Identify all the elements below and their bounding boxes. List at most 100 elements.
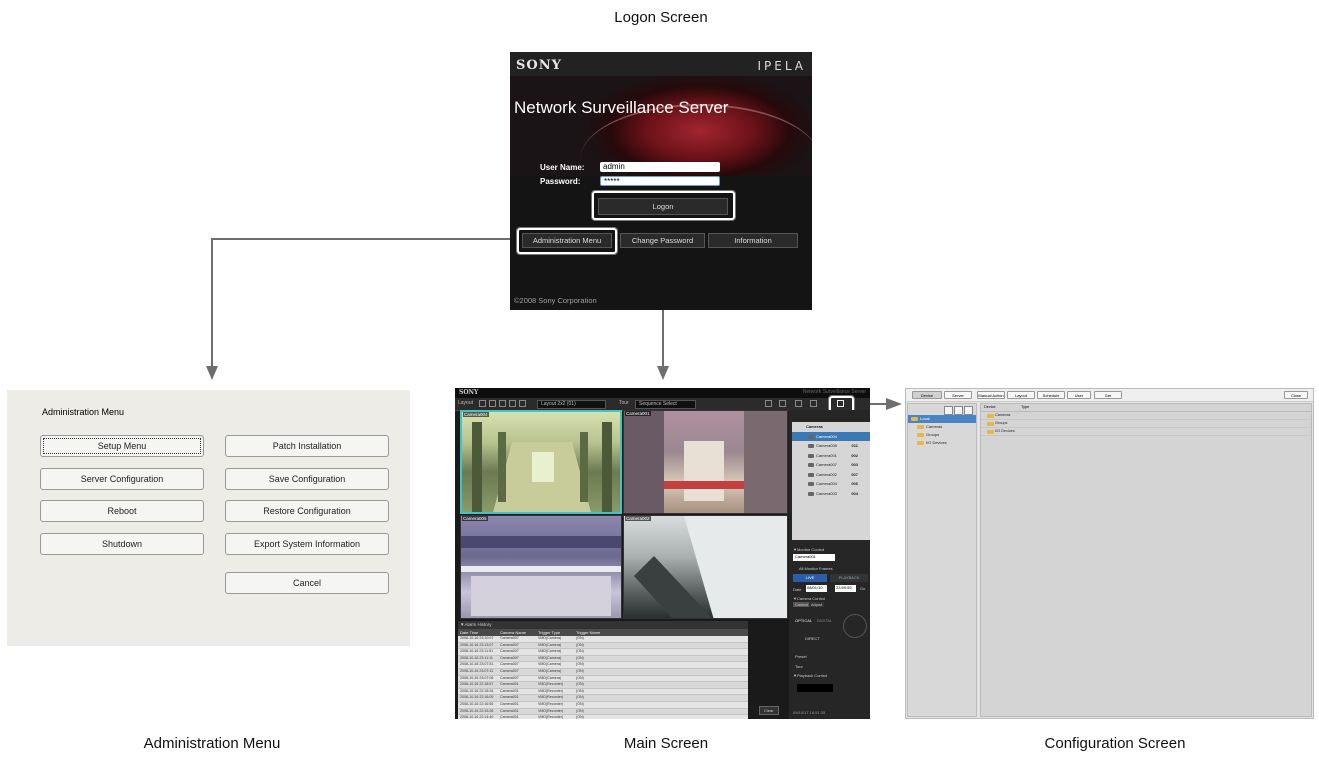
- alarm-history-row[interactable]: 2008-10-16 23:11:51 Camera007 VMD(Camera) (…: [458, 649, 748, 656]
- playback-speed-icon[interactable]: [765, 400, 772, 407]
- tree-camera-item[interactable]: Camera004 006: [792, 479, 870, 489]
- tree-camera-item[interactable]: Camera007 003: [792, 460, 870, 470]
- monitor-camera-field[interactable]: Camera001: [793, 554, 835, 561]
- tree-remove-icon[interactable]: [964, 406, 973, 415]
- monitor-control-title: ▼Monitor Control: [793, 547, 825, 552]
- layout-4x4-icon[interactable]: [509, 400, 516, 407]
- config-close-button[interactable]: Close: [1284, 391, 1308, 399]
- alarm-history-row[interactable]: 2008-10-16 23:13:07 Camera007 VMD(Camera) (…: [458, 643, 748, 650]
- tab-manual-action[interactable]: Manual Action: [977, 391, 1005, 399]
- main-header: SONY Network Surveillance Server: [455, 388, 870, 398]
- alarm-history-cell: Camera007: [500, 649, 519, 654]
- go-button[interactable]: Go: [860, 586, 865, 591]
- password-label: Password:: [540, 177, 581, 186]
- tab-control[interactable]: Control: [793, 602, 810, 607]
- camera-tile-1[interactable]: Camera004: [460, 410, 622, 514]
- camera-feed-atrium-image: [624, 411, 787, 513]
- sound-icon[interactable]: [810, 400, 817, 407]
- col-trigger-type[interactable]: Trigger Type: [538, 629, 560, 636]
- camera-tile-2[interactable]: Camera001: [623, 410, 788, 514]
- col-camera-name[interactable]: Camera Name: [500, 629, 526, 636]
- alarm-history-row[interactable]: 2008-10-16 22:18:09 Camera001 VMD(Recorder…: [458, 695, 748, 702]
- tab-user[interactable]: User: [1067, 391, 1091, 399]
- col-trigger-name[interactable]: Trigger Name: [576, 629, 600, 636]
- col-device[interactable]: Device: [984, 404, 996, 411]
- camera-tile-4[interactable]: Camera002: [623, 515, 788, 619]
- layout-select[interactable]: Layout 2x2 (01): [537, 400, 606, 409]
- col-type[interactable]: Type: [1021, 404, 1029, 411]
- col-date-time[interactable]: Date Time: [460, 629, 478, 636]
- clear-button[interactable]: Clear: [759, 706, 779, 715]
- camera-control-title: ▼Camera Control: [793, 596, 826, 601]
- tree-camera-item[interactable]: Camera003 004: [792, 489, 870, 499]
- change-password-button[interactable]: Change Password: [620, 233, 705, 248]
- tab-get[interactable]: Get: [1094, 391, 1122, 399]
- tree-add-icon[interactable]: [954, 406, 963, 415]
- setup-menu-button[interactable]: Setup Menu: [40, 435, 204, 457]
- reboot-button[interactable]: Reboot: [40, 500, 204, 522]
- alarm-history-row[interactable]: 2008-10-16 22:16:55 Camera001 VMD(Recorder…: [458, 701, 748, 709]
- tab-layout[interactable]: Layout: [1007, 391, 1035, 399]
- camera-tile-3[interactable]: Camera005: [460, 515, 622, 619]
- sequence-select[interactable]: Sequence Select: [635, 400, 696, 409]
- device-row[interactable]: Groups: [981, 420, 1311, 428]
- layout-3x3-icon[interactable]: [499, 400, 506, 407]
- all-monitor-frames-checkbox[interactable]: All Monitor Frames: [799, 566, 833, 571]
- tree-camera-item[interactable]: Camera004: [792, 431, 870, 441]
- alarm-history-row[interactable]: 2008-10-16 22:18:34 Camera001 VMD(Recorder…: [458, 688, 748, 696]
- server-configuration-button[interactable]: Server Configuration: [40, 468, 204, 490]
- alarm-history-cell: VMD(Recorder): [538, 708, 564, 713]
- alarm-history-row[interactable]: 2008-10-16 22:14:40 Camera001 VMD(Recorder…: [458, 715, 748, 719]
- digital-toggle[interactable]: DIGITAL: [817, 618, 832, 623]
- layout-2x2-icon[interactable]: [489, 400, 496, 407]
- date-field[interactable]: 08/01/10: [806, 585, 827, 592]
- alarm-history-cell: VMD(Camera): [538, 668, 562, 673]
- monitor-icon[interactable]: [779, 400, 786, 407]
- alarm-history-cell: 2008-10-16 23:13:07: [460, 642, 494, 647]
- tree-search-icon[interactable]: [944, 406, 953, 415]
- save-configuration-button[interactable]: Save Configuration: [225, 468, 389, 490]
- alarm-history-cell: 2008-10-16 23:07:51: [460, 662, 494, 667]
- optical-toggle[interactable]: OPTICAL: [795, 618, 812, 623]
- layout-1x1-icon[interactable]: [479, 400, 486, 407]
- alarm-history-row[interactable]: 2008-10-16 23:10:07 Camera007 VMD(Camera) (…: [458, 636, 748, 643]
- tree-item-groups[interactable]: Groups: [908, 431, 976, 439]
- tab-server[interactable]: Server: [944, 391, 972, 399]
- tree-camera-item[interactable]: Camera008 011: [792, 441, 870, 451]
- tree-item-io-devices[interactable]: I/O Devices: [908, 439, 976, 447]
- alarm-history-row[interactable]: 2008-10-16 23:07:11 Camera007 VMD(Camera) (…: [458, 669, 748, 676]
- tree-camera-name: Camera002: [816, 471, 837, 477]
- user-name-field[interactable]: admin: [600, 162, 720, 172]
- ipela-logo: IPELA: [757, 59, 806, 73]
- direct-button[interactable]: DIRECT: [805, 636, 820, 641]
- tab-schedule[interactable]: Schedule: [1037, 391, 1065, 399]
- restore-configuration-button[interactable]: Restore Configuration: [225, 500, 389, 522]
- live-button[interactable]: LIVE: [793, 574, 827, 582]
- tab-device[interactable]: Device: [912, 391, 942, 399]
- password-field[interactable]: *****: [600, 176, 720, 186]
- patch-installation-button[interactable]: Patch Installation: [225, 435, 389, 457]
- tree-camera-item[interactable]: Camera001 002: [792, 451, 870, 461]
- alarm-history-row[interactable]: 2008-10-16 23:07:08 Camera007 VMD(Camera) (…: [458, 675, 748, 683]
- tree-item-local[interactable]: Local: [908, 415, 976, 423]
- tree-camera-item[interactable]: Camera002 007: [792, 470, 870, 480]
- alarm-history-row[interactable]: 2008-10-16 22:18:57 Camera001 VMD(Recorder…: [458, 682, 748, 689]
- alarm-history-row[interactable]: 2008-10-16 22:15:26 Camera001 VMD(Recorder…: [458, 709, 748, 716]
- device-row[interactable]: Cameras: [981, 412, 1311, 420]
- export-system-information-button[interactable]: Export System Information: [225, 533, 389, 555]
- tree-root-cameras[interactable]: Cameras: [792, 422, 870, 432]
- information-button[interactable]: Information: [708, 233, 798, 248]
- shutdown-button[interactable]: Shutdown: [40, 533, 204, 555]
- folder-icon: [917, 425, 924, 429]
- ptz-pad[interactable]: [843, 614, 867, 638]
- layout-custom-icon[interactable]: [519, 400, 526, 407]
- tree-item-cameras[interactable]: Cameras: [908, 423, 976, 431]
- playback-button[interactable]: PLAYBACK: [830, 574, 868, 582]
- device-row[interactable]: I/O Devices: [981, 428, 1311, 436]
- tab-adjust[interactable]: Adjust: [809, 602, 825, 607]
- time-field[interactable]: 23:59:59: [835, 585, 856, 592]
- alarm-history-row[interactable]: 2008-10-16 23:07:51 Camera007 VMD(Camera) (…: [458, 662, 748, 669]
- cancel-button[interactable]: Cancel: [225, 572, 389, 594]
- alarm-history-row[interactable]: 2008-10-16 23:11:11 Camera007 VMD(Camera) (…: [458, 656, 748, 663]
- panel-icon[interactable]: [795, 400, 802, 407]
